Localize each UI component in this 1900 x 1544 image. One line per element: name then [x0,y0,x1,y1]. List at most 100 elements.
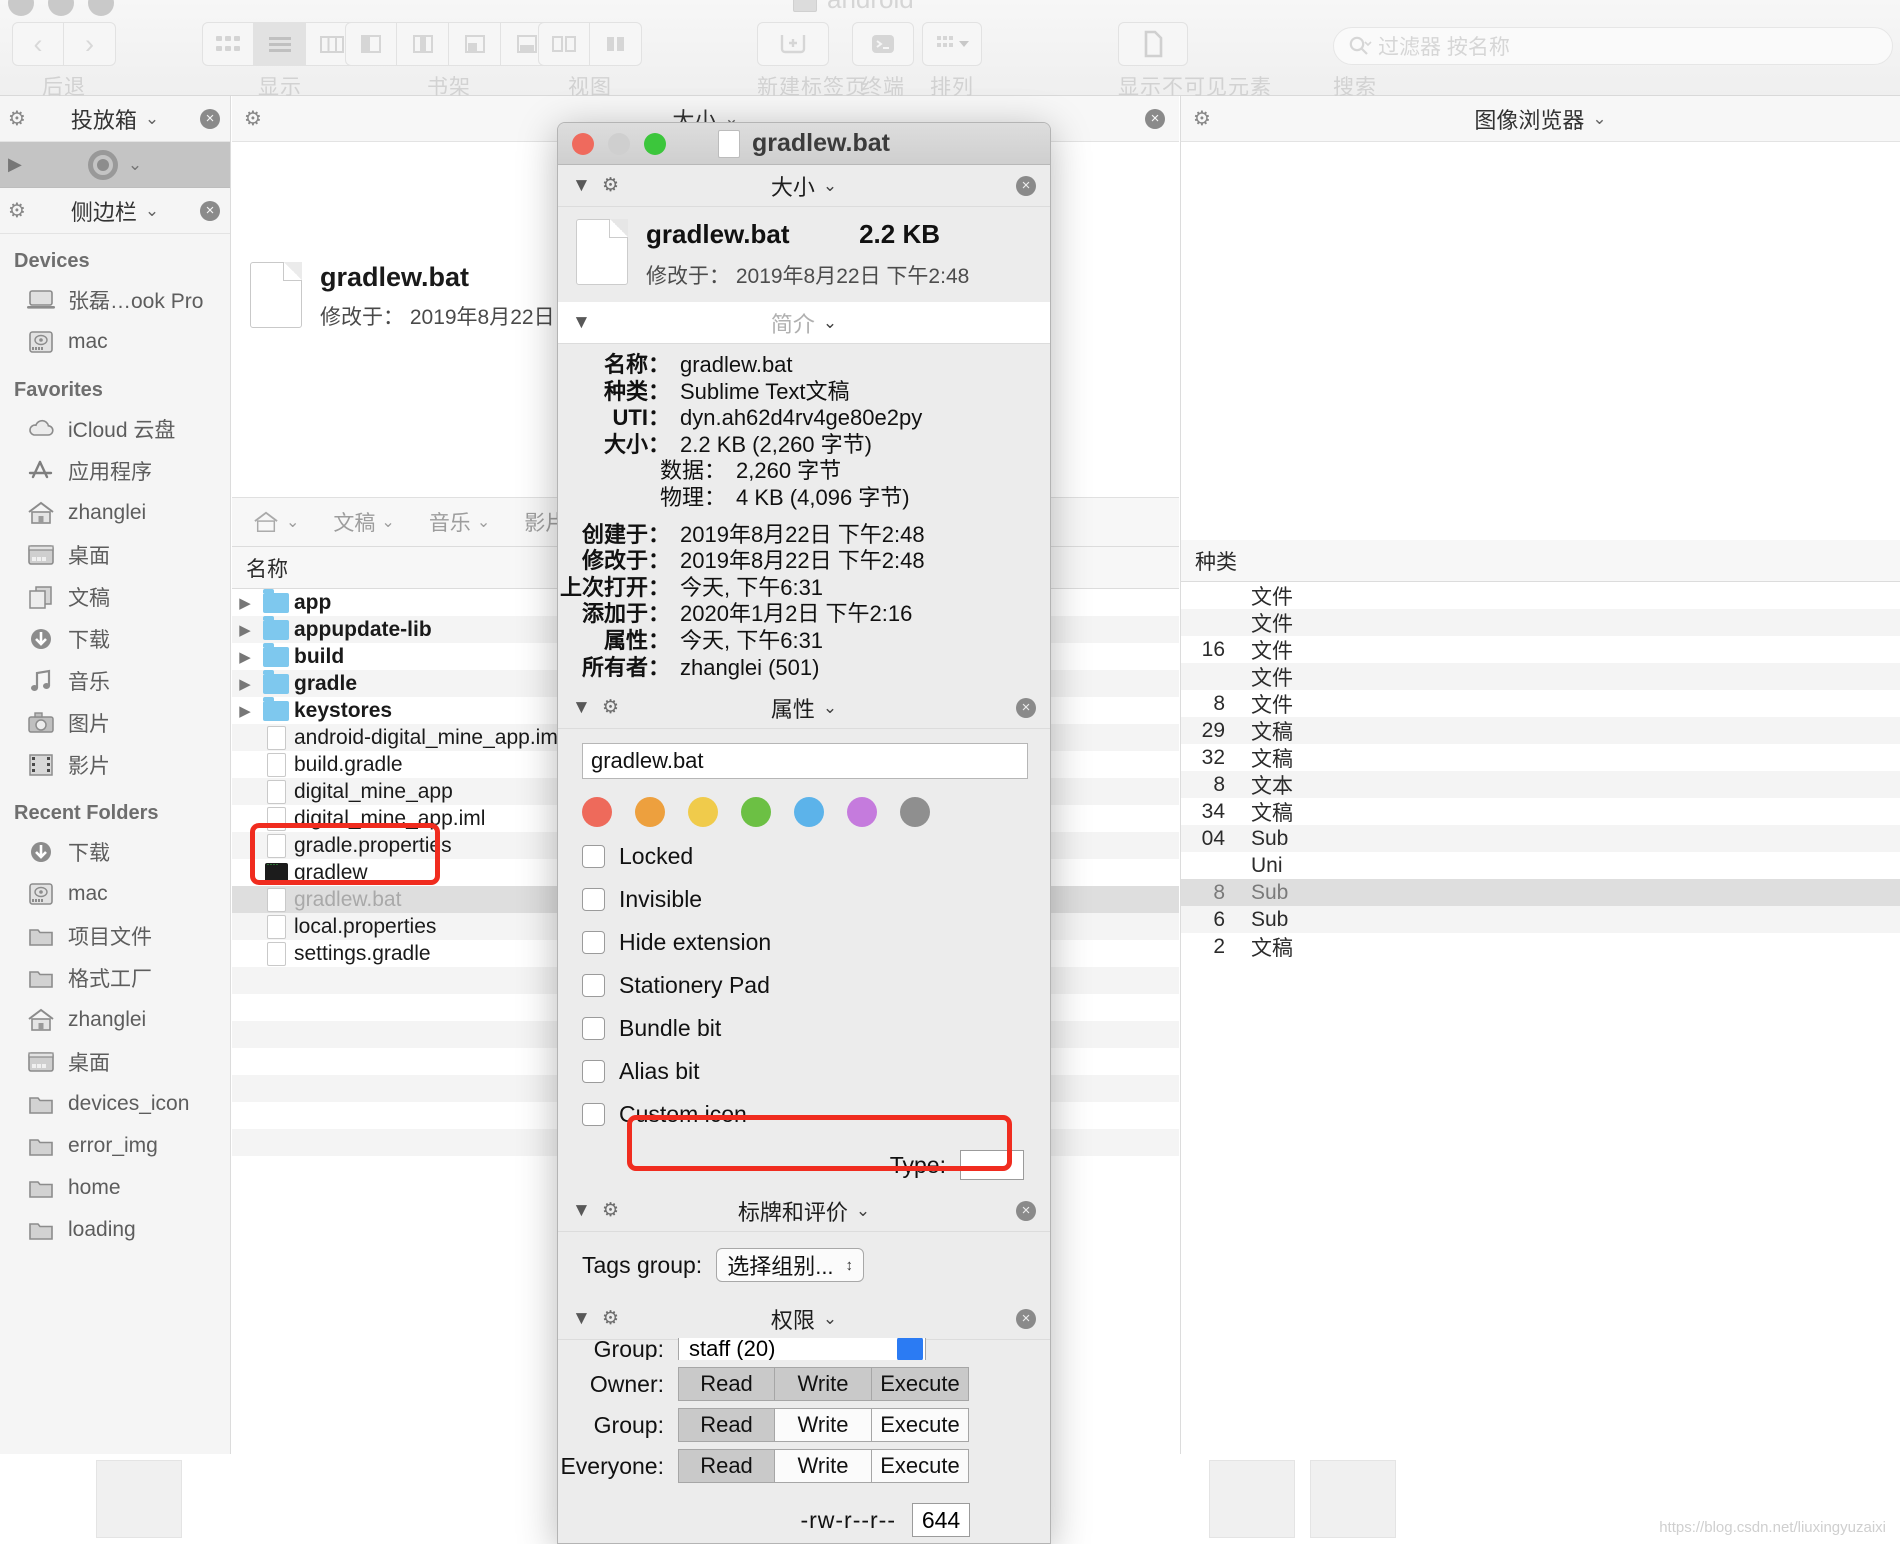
chevron-down-icon[interactable]: ⌄ [823,176,837,196]
close-icon[interactable]: × [1016,1308,1036,1329]
everyone-read-button[interactable]: Read [678,1449,775,1484]
sidebar-item-applications[interactable]: 应用程序 [0,450,230,492]
disclosure-triangle-icon[interactable]: ▶ [232,648,258,666]
checkbox-box[interactable] [582,888,605,912]
sidebar-item-movies[interactable]: 影片 [0,744,230,786]
checkbox-box[interactable] [582,1017,605,1041]
checkbox-alias-bit[interactable]: Alias bit [582,1058,1050,1085]
sidebar-item-recent-home[interactable]: home [0,1167,230,1209]
shelf-bottom-button[interactable] [449,22,501,66]
sidebar-item-mac[interactable]: mac [0,321,230,363]
group-read-button[interactable]: Read [678,1408,775,1443]
close-icon[interactable]: × [1145,108,1165,129]
right-column-header[interactable]: 种类 [1181,540,1900,582]
sidebar-item-icloud[interactable]: iCloud 云盘 [0,408,230,450]
show-hidden-button[interactable] [1118,22,1188,66]
icon-view-button[interactable] [202,22,254,66]
tags-section-header[interactable]: ▼ ⚙ 标牌和评价 ⌄ × [558,1190,1050,1233]
table-row[interactable]: Uni [1181,852,1900,879]
chevron-down-icon[interactable]: ⌄ [145,201,159,221]
split-pane-button[interactable] [590,22,642,66]
table-row[interactable]: 34 文稿 [1181,798,1900,825]
size-section-header[interactable]: ▼ ⚙ 大小 ⌄ × [558,165,1050,207]
type-input[interactable] [960,1150,1024,1181]
table-row[interactable]: 2 文稿 [1181,933,1900,960]
tag-color-green[interactable] [741,797,771,828]
group-stepper-button[interactable] [897,1338,923,1361]
back-button[interactable]: ‹ [12,22,64,66]
tag-color-blue[interactable] [794,797,824,828]
sidebar-item-recent-error-img[interactable]: error_img [0,1125,230,1167]
thumbnail[interactable] [96,1460,182,1538]
table-row[interactable]: 29 文稿 [1181,717,1900,744]
chevron-down-icon[interactable]: ⌄ [128,155,142,175]
sidebar-item-recent-zhanglei[interactable]: zhanglei [0,999,230,1041]
close-window-button[interactable] [572,132,594,155]
checkbox-custom-icon[interactable]: Custom icon [582,1101,1050,1128]
dual-pane-button[interactable] [538,22,590,66]
sidebar-item-documents[interactable]: 文稿 [0,576,230,618]
close-icon[interactable]: × [1016,697,1036,718]
filename-input[interactable]: gradlew.bat [582,743,1028,780]
checkbox-stationery-pad[interactable]: Stationery Pad [582,972,1050,999]
android-tab[interactable]: android [793,0,914,15]
close-icon[interactable]: × [200,108,220,129]
disclosure-triangle-icon[interactable]: ▶ [232,702,258,720]
checkbox-box[interactable] [582,974,605,998]
table-row[interactable]: 文件 [1181,609,1900,636]
close-icon[interactable]: × [200,200,220,221]
everyone-execute-button[interactable]: Execute [872,1449,969,1484]
disclosure-triangle-icon[interactable]: ▶ [232,594,258,612]
tag-color-purple[interactable] [847,797,877,828]
chevron-down-icon[interactable]: ⌄ [823,313,837,333]
close-icon[interactable]: × [1016,175,1036,196]
shelf-right-button[interactable] [397,22,449,66]
tags-group-select[interactable]: 选择组别... ↕ [716,1248,865,1283]
gear-icon[interactable]: ⚙ [602,696,619,719]
sidebar-item-music[interactable]: 音乐 [0,660,230,702]
tag-color-red[interactable] [582,797,612,828]
properties-section-header[interactable]: ▼ ⚙ 属性 ⌄ × [558,687,1050,730]
sidebar-header[interactable]: ⚙ 侧边栏 ⌄ × [0,188,230,234]
tag-color-yellow[interactable] [688,797,718,828]
path-documents[interactable]: 文稿 ⌄ [333,507,394,537]
table-row[interactable]: 8 文件 [1181,690,1900,717]
tag-color-orange[interactable] [635,797,665,828]
table-row[interactable]: 04 Sub [1181,825,1900,852]
checkbox-invisible[interactable]: Invisible [582,886,1050,913]
sidebar-item-recent-desktop[interactable]: 桌面 [0,1041,230,1083]
drop-box-header[interactable]: ⚙ 投放箱 ⌄ × [0,96,230,142]
gear-icon[interactable]: ⚙ [8,198,26,223]
new-tab-button[interactable] [757,22,829,66]
everyone-write-button[interactable]: Write [775,1449,872,1484]
shelf-left-button[interactable] [345,22,397,66]
thumbnail[interactable] [1209,1460,1295,1538]
gear-icon[interactable]: ⚙ [1193,106,1211,131]
disclosure-triangle-icon[interactable]: ▶ [232,621,258,639]
disclosure-triangle-icon[interactable]: ▼ [572,1308,591,1330]
table-row[interactable]: 8 文本 [1181,771,1900,798]
gear-icon[interactable]: ⚙ [602,1199,619,1222]
tag-color-gray[interactable] [900,797,930,828]
terminal-button[interactable] [852,22,914,66]
disclosure-triangle-icon[interactable]: ▼ [572,1200,591,1222]
chevron-down-icon[interactable]: ⌄ [823,1309,837,1329]
table-row[interactable]: 文件 [1181,663,1900,690]
disclosure-triangle-icon[interactable]: ▼ [572,312,591,334]
info-window-titlebar[interactable]: gradlew.bat [558,123,1050,165]
close-window-button[interactable] [8,0,34,16]
checkbox-box[interactable] [582,845,605,869]
sidebar-item-zhanglei[interactable]: zhanglei [0,492,230,534]
sidebar-item-recent-project[interactable]: 项目文件 [0,915,230,957]
group-write-button[interactable]: Write [775,1408,872,1443]
table-row[interactable]: 文件 [1181,582,1900,609]
disclosure-triangle-icon[interactable]: ▶ [232,675,258,693]
search-input[interactable]: 过滤器 按名称 [1333,27,1893,65]
permissions-section-header[interactable]: ▼ ⚙ 权限 ⌄ × [558,1298,1050,1341]
path-music[interactable]: 音乐 ⌄ [429,507,490,537]
checkbox-box[interactable] [582,1103,605,1127]
general-section-header[interactable]: ▼ 简介 ⌄ [558,302,1050,344]
table-row[interactable]: 16 文件 [1181,636,1900,663]
gear-icon[interactable]: ⚙ [602,1307,619,1330]
octal-input[interactable]: 644 [912,1503,970,1538]
